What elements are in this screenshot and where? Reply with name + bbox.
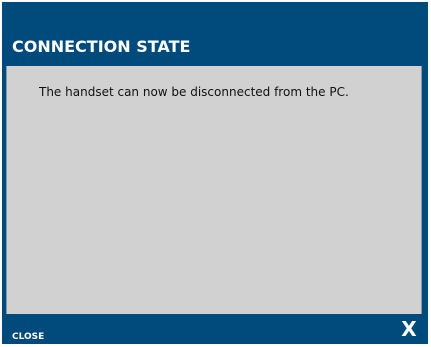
connection-state-dialog: CONNECTION STATE The handset can now be … [2,2,428,344]
dialog-footer: CLOSE X [2,314,428,344]
dialog-body: The handset can now be disconnected from… [6,66,422,314]
status-message: The handset can now be disconnected from… [39,85,349,99]
close-button[interactable]: CLOSE [12,332,44,342]
dialog-title-bar: CONNECTION STATE [2,2,428,66]
close-icon[interactable]: X [398,318,420,340]
dialog-title: CONNECTION STATE [12,37,191,56]
